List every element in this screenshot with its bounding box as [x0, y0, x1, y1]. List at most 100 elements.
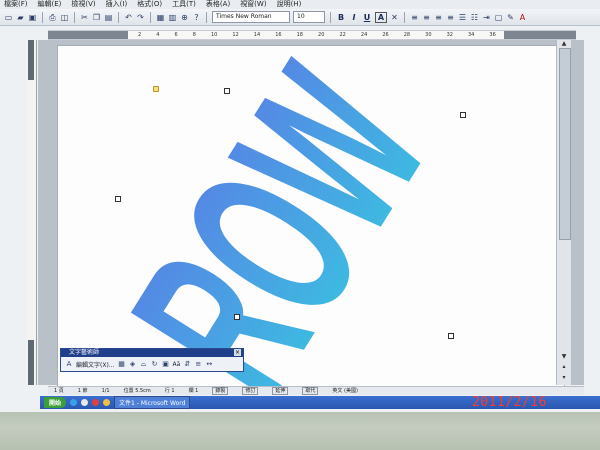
selection-handle[interactable]	[115, 196, 121, 202]
menu-item-edit[interactable]: 編輯(E)	[38, 0, 62, 9]
menu-item-view[interactable]: 檢視(V)	[71, 0, 95, 9]
character-border-button[interactable]: A	[375, 11, 387, 23]
vruler-margin-top	[28, 40, 34, 80]
scroll-up-icon[interactable]: ▲	[559, 40, 569, 48]
selection-handle[interactable]	[234, 314, 240, 320]
document-area: ROW	[38, 40, 584, 388]
rotate-icon[interactable]: ↻	[151, 360, 159, 368]
new-document-icon[interactable]: ▭	[4, 13, 13, 22]
ruler-tick: 28	[403, 32, 411, 38]
justify-icon[interactable]: ≡	[446, 13, 455, 22]
status-section: 1 節	[77, 388, 88, 394]
character-format-icon[interactable]: ✕	[390, 13, 399, 22]
columns-icon[interactable]: ▥	[168, 13, 177, 22]
vertical-text-icon[interactable]: ⇵	[183, 360, 191, 368]
media-icon[interactable]	[92, 399, 100, 406]
scroll-thumb[interactable]	[559, 48, 571, 240]
wordart-toolbar-titlebar[interactable]: 文字藝術師 ×	[61, 349, 243, 357]
ruler-tick: 10	[210, 32, 218, 38]
zoom-icon[interactable]: ⊕	[180, 13, 189, 22]
menu-item-tools[interactable]: 工具(T)	[172, 0, 196, 9]
status-extend[interactable]: 延伸	[272, 387, 289, 395]
standard-toolbar: ▭ ▰ ▣ ⎙ ◫ ✂ ❐ ▤ ↶ ↷ ▦ ▥ ⊕ ? Times New Ro…	[0, 9, 600, 26]
wordart-shape-icon[interactable]: ⌓	[140, 360, 148, 368]
edit-text-button[interactable]: 編輯文字(X)...	[76, 360, 115, 369]
save-icon[interactable]: ▣	[28, 13, 37, 22]
cut-icon[interactable]: ✂	[80, 13, 89, 22]
align-left-icon[interactable]: ≡	[410, 13, 419, 22]
indent-icon[interactable]: ⇥	[482, 13, 491, 22]
horizontal-ruler[interactable]: 2 4 6 8 10 12 14 16 18 20 22 24 26 28 30…	[48, 30, 576, 40]
copy-icon[interactable]: ❐	[92, 13, 101, 22]
start-button[interactable]: 開始	[44, 397, 67, 408]
format-wordart-icon[interactable]: ◈	[129, 360, 137, 368]
status-record[interactable]: 錄製	[212, 387, 229, 395]
paste-icon[interactable]: ▤	[104, 13, 113, 22]
word-task-button[interactable]: 文件1 - Microsoft Word	[114, 396, 191, 409]
bold-button[interactable]: B	[336, 13, 346, 22]
ruler-tick: 4	[156, 32, 160, 38]
help-icon[interactable]: ?	[192, 13, 201, 22]
status-position: 位置 5.5cm	[123, 388, 151, 394]
ruler-tick: 32	[446, 32, 453, 38]
menu-item-format[interactable]: 格式(O)	[137, 0, 162, 9]
status-page: 1 頁	[54, 388, 64, 394]
redo-icon[interactable]: ↷	[136, 13, 145, 22]
toolbar-divider	[118, 11, 119, 23]
monitor-screen: 檔案(F) 編輯(E) 檢視(V) 插入(I) 格式(O) 工具(T) 表格(A…	[0, 0, 600, 412]
menu-item-table[interactable]: 表格(A)	[206, 0, 230, 9]
table-icon[interactable]: ▦	[156, 13, 165, 22]
vertical-scrollbar[interactable]: ▲ ▼ ▴ ▾	[556, 40, 571, 385]
status-page-of: 1/1	[101, 388, 110, 394]
menu-item-help[interactable]: 說明(H)	[277, 0, 302, 9]
alignment-icon[interactable]: ≡	[194, 360, 202, 368]
undo-icon[interactable]: ↶	[124, 13, 133, 22]
wordart-object[interactable]: ROW	[58, 46, 564, 388]
ruler-tick: 36	[489, 32, 496, 38]
wordart-toolbar-row: A 編輯文字(X)... ▦ ◈ ⌓ ↻ ▣ Aā ⇵ ≡ ↔	[61, 357, 243, 371]
status-column: 欄 1	[188, 388, 199, 394]
font-name-select[interactable]: Times New Roman	[212, 11, 290, 23]
toolbar-divider	[42, 11, 43, 23]
print-icon[interactable]: ⎙	[48, 13, 57, 22]
align-center-icon[interactable]: ≡	[422, 13, 431, 22]
font-color-icon[interactable]: A	[518, 13, 527, 22]
character-spacing-icon[interactable]: ↔	[205, 360, 213, 368]
menu-item-file[interactable]: 檔案(F)	[4, 0, 28, 9]
border-icon[interactable]: ▢	[494, 13, 503, 22]
status-track-changes[interactable]: 修訂	[242, 387, 259, 395]
text-wrapping-icon[interactable]: ▣	[162, 360, 170, 368]
ruler-ticks: 2 4 6 8 10 12 14 16 18 20 22 24 26 28 30…	[138, 31, 496, 39]
status-bar: 1 頁 1 節 1/1 位置 5.5cm 行 1 欄 1 錄製 修訂 延伸 取代…	[48, 386, 584, 395]
vertical-ruler[interactable]	[26, 40, 37, 385]
open-folder-icon[interactable]: ▰	[16, 13, 25, 22]
selection-handle[interactable]	[224, 88, 230, 94]
underline-button[interactable]: U	[362, 13, 372, 22]
menu-item-insert[interactable]: 插入(I)	[106, 0, 128, 9]
prev-page-icon[interactable]: ▴	[559, 363, 569, 371]
folder-icon[interactable]	[103, 399, 111, 406]
next-page-icon[interactable]: ▾	[559, 374, 569, 382]
status-overtype[interactable]: 取代	[302, 387, 319, 395]
align-right-icon[interactable]: ≡	[434, 13, 443, 22]
scroll-down-icon[interactable]: ▼	[559, 353, 569, 361]
adjustment-handle[interactable]	[153, 86, 159, 92]
ruler-tick: 2	[138, 32, 142, 38]
menu-item-window[interactable]: 視窗(W)	[240, 0, 266, 9]
insert-wordart-icon[interactable]: A	[65, 360, 73, 368]
quicklaunch-icon[interactable]	[81, 399, 89, 406]
italic-button[interactable]: I	[349, 13, 359, 22]
toolbar-divider	[150, 11, 151, 23]
same-letter-heights-button[interactable]: Aā	[173, 361, 181, 368]
close-button[interactable]: ×	[234, 349, 241, 356]
ie-icon[interactable]	[70, 399, 78, 406]
document-page[interactable]: ROW	[58, 46, 564, 388]
wordart-gallery-icon[interactable]: ▦	[118, 360, 126, 368]
bullets-icon[interactable]: ☷	[470, 13, 479, 22]
print-preview-icon[interactable]: ◫	[60, 13, 69, 22]
font-size-select[interactable]: 10	[293, 11, 325, 23]
highlight-icon[interactable]: ✎	[506, 13, 515, 22]
numbering-icon[interactable]: ☰	[458, 13, 467, 22]
selection-handle[interactable]	[448, 333, 454, 339]
selection-handle[interactable]	[460, 112, 466, 118]
